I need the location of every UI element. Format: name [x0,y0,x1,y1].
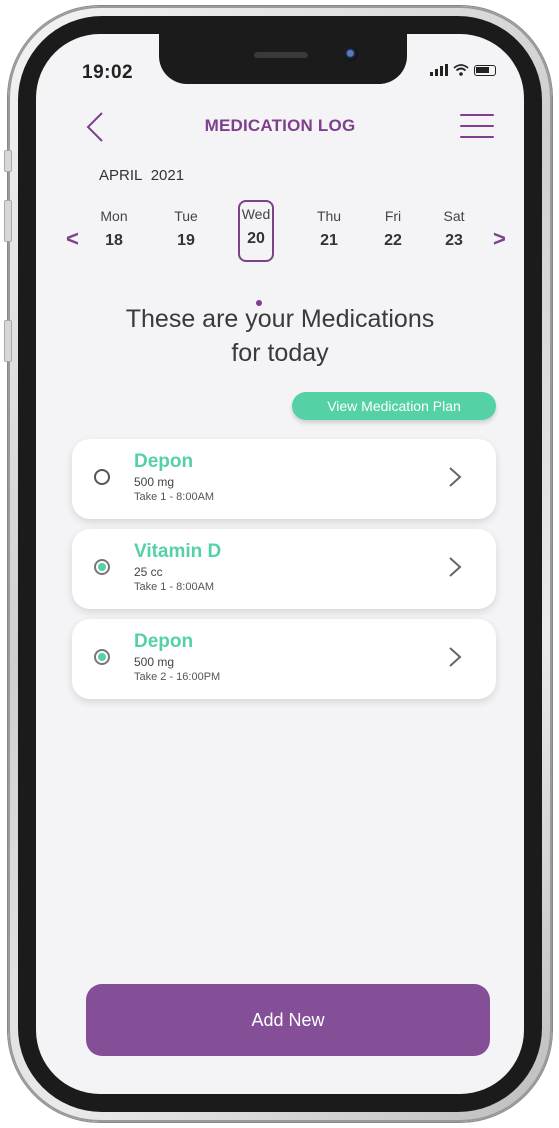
add-new-button[interactable]: Add New [86,984,490,1056]
speaker [254,52,308,58]
headline-line-2: for today [231,339,329,367]
medication-dose: 25 cc [134,565,163,579]
month-label: APRIL [99,167,143,184]
status-time: 19:02 [82,62,134,83]
calendar-prev-icon[interactable]: < [66,226,79,252]
medication-schedule: Take 2 - 16:00PM [134,671,221,683]
day-name: Tue [174,208,198,224]
volume-up-button [4,200,12,242]
app-screen: 19:02 MEDICATION LOG APRIL 2021 < > Mon … [36,34,524,1094]
camera-icon [344,47,358,61]
day-mon[interactable]: Mon 18 [96,202,132,250]
status-icons [430,64,496,76]
view-medication-plan-button[interactable]: View Medication Plan [292,392,496,420]
day-tue[interactable]: Tue 19 [168,202,204,250]
taken-radio[interactable] [94,649,110,665]
calendar-next-icon[interactable]: > [493,226,506,252]
page-title: MEDICATION LOG [204,116,356,135]
medication-schedule: Take 1 - 8:00AM [134,491,215,503]
taken-radio[interactable] [94,469,110,485]
day-fri[interactable]: Fri 22 [375,202,411,250]
chevron-right-icon[interactable] [448,465,462,489]
day-wed-selected[interactable]: Wed 20 [238,200,274,262]
medication-dose: 500 mg [134,655,175,669]
volume-down-button [4,320,12,362]
month-year-label: APRIL 2021 [99,167,184,184]
medication-name: Depon [134,631,194,652]
mute-switch [4,150,12,172]
medication-card[interactable]: Depon 500 mg Take 2 - 16:00PM [72,619,496,699]
notch [159,34,407,84]
medication-name: Vitamin D [134,541,222,562]
medication-card[interactable]: Depon 500 mg Take 1 - 8:00AM [72,439,496,519]
day-date: 22 [384,232,402,249]
chevron-right-icon[interactable] [448,645,462,669]
medications-headline: These are your Medications for today [36,302,524,370]
day-date: 21 [320,232,338,249]
day-name: Fri [384,208,402,224]
year-label: 2021 [150,167,185,184]
day-name: Wed [241,206,271,222]
medication-dose: 500 mg [134,475,175,489]
hamburger-menu-icon[interactable] [460,114,494,142]
medication-schedule: Take 1 - 8:00AM [134,581,215,593]
day-name: Mon [100,208,128,224]
day-name: Sat [443,208,465,224]
day-thu[interactable]: Thu 21 [311,202,347,250]
taken-radio[interactable] [94,559,110,575]
day-date: 18 [105,232,123,249]
medication-name: Depon [134,451,194,472]
wifi-icon [453,64,469,76]
day-name: Thu [316,208,342,224]
chevron-right-icon[interactable] [448,555,462,579]
medication-card[interactable]: Vitamin D 25 cc Take 1 - 8:00AM [72,529,496,609]
day-date: 19 [177,232,195,249]
signal-icon [430,64,448,76]
day-sat[interactable]: Sat 23 [436,202,472,250]
headline-line-1: These are your Medications [125,305,435,333]
day-date: 23 [445,232,463,249]
day-date: 20 [247,230,265,247]
battery-icon [474,64,496,76]
week-day-strip: Mon 18 Tue 19 Wed 20 Thu 21 Fri 22 Sat 2… [96,200,474,272]
